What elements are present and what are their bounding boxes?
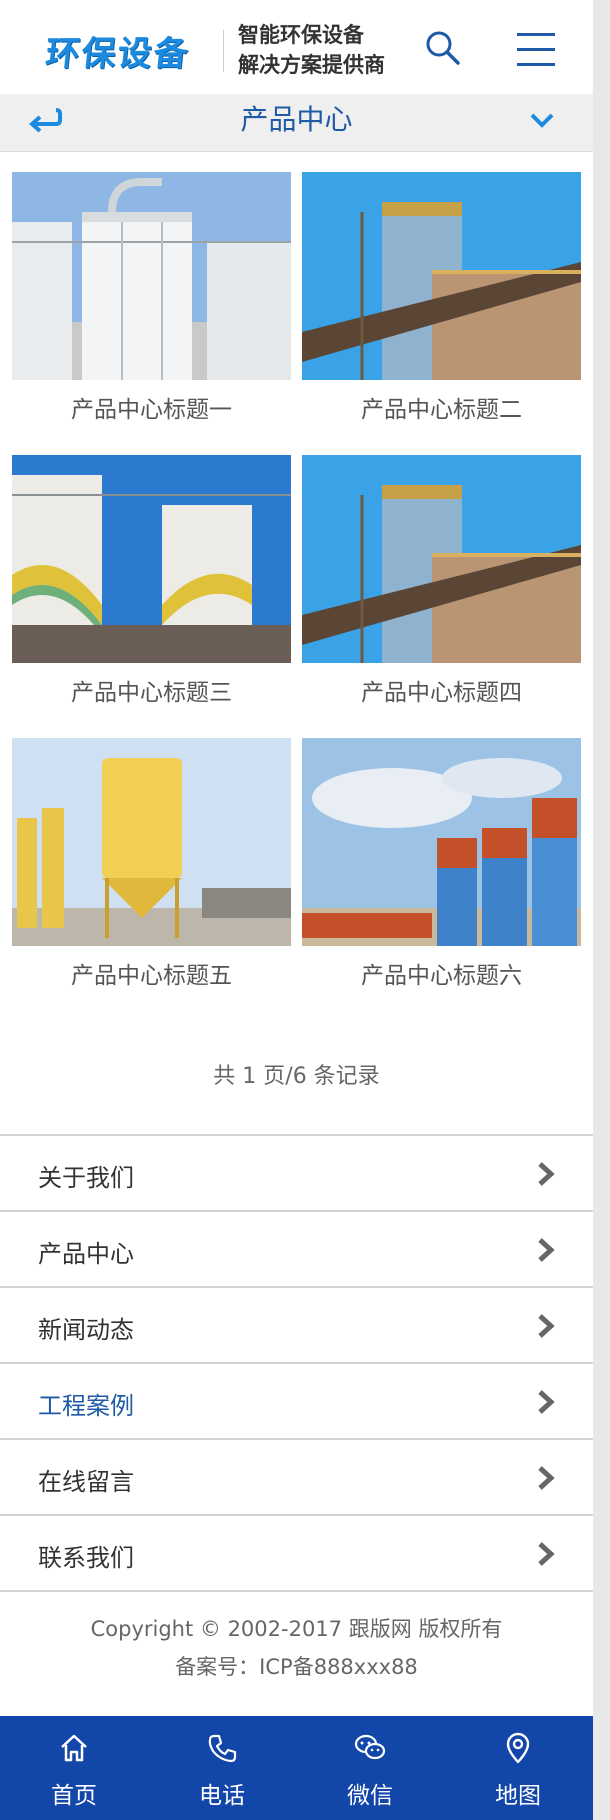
chevron-right-icon <box>538 1466 555 1490</box>
nav-item-about[interactable]: 关于我们 <box>0 1136 593 1212</box>
product-title[interactable]: 产品中心标题六 <box>302 946 581 1006</box>
bottom-tab-bar: 首页 电话 微信 地图 <box>0 1716 593 1820</box>
icp-text: 备案号：ICP备888xxx88 <box>175 1655 418 1679</box>
product-image[interactable] <box>302 172 581 380</box>
phone-icon <box>208 1734 237 1763</box>
nav-item-label: 关于我们 <box>38 1164 134 1192</box>
tab-phone[interactable]: 电话 <box>148 1716 296 1820</box>
tab-wechat[interactable]: 微信 <box>296 1716 444 1820</box>
nav-item-label: 产品中心 <box>38 1240 134 1268</box>
copyright-text: Copyright © 2002-2017 跟版网 版权所有 <box>90 1617 503 1641</box>
product-title[interactable]: 产品中心标题五 <box>12 946 291 1006</box>
chevron-right-icon <box>538 1238 555 1262</box>
pagination-info: 共 1 页/6 条记录 <box>213 1064 380 1089</box>
tab-label: 首页 <box>51 1783 97 1809</box>
product-card[interactable]: 产品中心标题六 <box>302 738 581 1006</box>
nav-item-label: 联系我们 <box>38 1544 134 1572</box>
tab-map[interactable]: 地图 <box>444 1716 592 1820</box>
product-card[interactable]: 产品中心标题三 <box>12 455 291 723</box>
slogan-line-2: 解决方案提供商 <box>238 53 385 77</box>
footer: Copyright © 2002-2017 跟版网 版权所有 备案号：ICP备8… <box>0 1610 593 1686</box>
slogan: 智能环保设备 解决方案提供商 <box>238 20 385 80</box>
tab-label: 地图 <box>495 1783 541 1809</box>
product-title[interactable]: 产品中心标题三 <box>12 663 291 723</box>
product-card[interactable]: 产品中心标题二 <box>302 172 581 440</box>
page: 环保设备 智能环保设备 解决方案提供商 产品中心 产品中心标题一 产品中心标题二… <box>0 0 593 1820</box>
nav-item-cases[interactable]: 工程案例 <box>0 1364 593 1440</box>
nav-list: 关于我们 产品中心 新闻动态 工程案例 在线留言 联系我们 <box>0 1134 593 1592</box>
title-bar: 产品中心 <box>0 94 593 152</box>
nav-item-label: 新闻动态 <box>38 1316 134 1344</box>
product-image[interactable] <box>302 455 581 663</box>
chevron-right-icon <box>538 1390 555 1414</box>
site-logo[interactable]: 环保设备 <box>43 26 192 75</box>
product-title[interactable]: 产品中心标题二 <box>302 380 581 440</box>
scrollbar[interactable] <box>593 0 610 1820</box>
product-image[interactable] <box>12 738 291 946</box>
home-icon <box>61 1734 87 1762</box>
page-title: 产品中心 <box>240 103 353 136</box>
search-icon <box>426 31 460 65</box>
wechat-icon <box>354 1734 386 1760</box>
product-image[interactable] <box>12 455 291 663</box>
nav-item-products[interactable]: 产品中心 <box>0 1212 593 1288</box>
tab-label: 微信 <box>347 1783 393 1809</box>
chevron-right-icon <box>538 1314 555 1338</box>
map-pin-icon <box>506 1732 530 1764</box>
chevron-right-icon <box>538 1162 555 1186</box>
chevron-right-icon <box>538 1542 555 1566</box>
chevron-down-icon <box>530 113 554 128</box>
category-dropdown-button[interactable] <box>528 108 556 132</box>
product-image[interactable] <box>12 172 291 380</box>
nav-item-label: 在线留言 <box>38 1468 134 1496</box>
product-card[interactable]: 产品中心标题一 <box>12 172 291 440</box>
product-title[interactable]: 产品中心标题一 <box>12 380 291 440</box>
header-divider <box>223 30 224 72</box>
nav-item-message[interactable]: 在线留言 <box>0 1440 593 1516</box>
hamburger-icon <box>517 33 555 66</box>
nav-item-news[interactable]: 新闻动态 <box>0 1288 593 1364</box>
nav-item-label: 工程案例 <box>38 1392 134 1420</box>
product-title[interactable]: 产品中心标题四 <box>302 663 581 723</box>
tab-label: 电话 <box>199 1783 245 1809</box>
header: 环保设备 智能环保设备 解决方案提供商 <box>0 0 593 94</box>
product-card[interactable]: 产品中心标题五 <box>12 738 291 1006</box>
search-button[interactable] <box>423 28 463 68</box>
product-image[interactable] <box>302 738 581 946</box>
tab-home[interactable]: 首页 <box>0 1716 148 1820</box>
menu-button[interactable] <box>515 30 557 70</box>
slogan-line-1: 智能环保设备 <box>238 23 364 47</box>
nav-item-contact[interactable]: 联系我们 <box>0 1516 593 1592</box>
product-card[interactable]: 产品中心标题四 <box>302 455 581 723</box>
